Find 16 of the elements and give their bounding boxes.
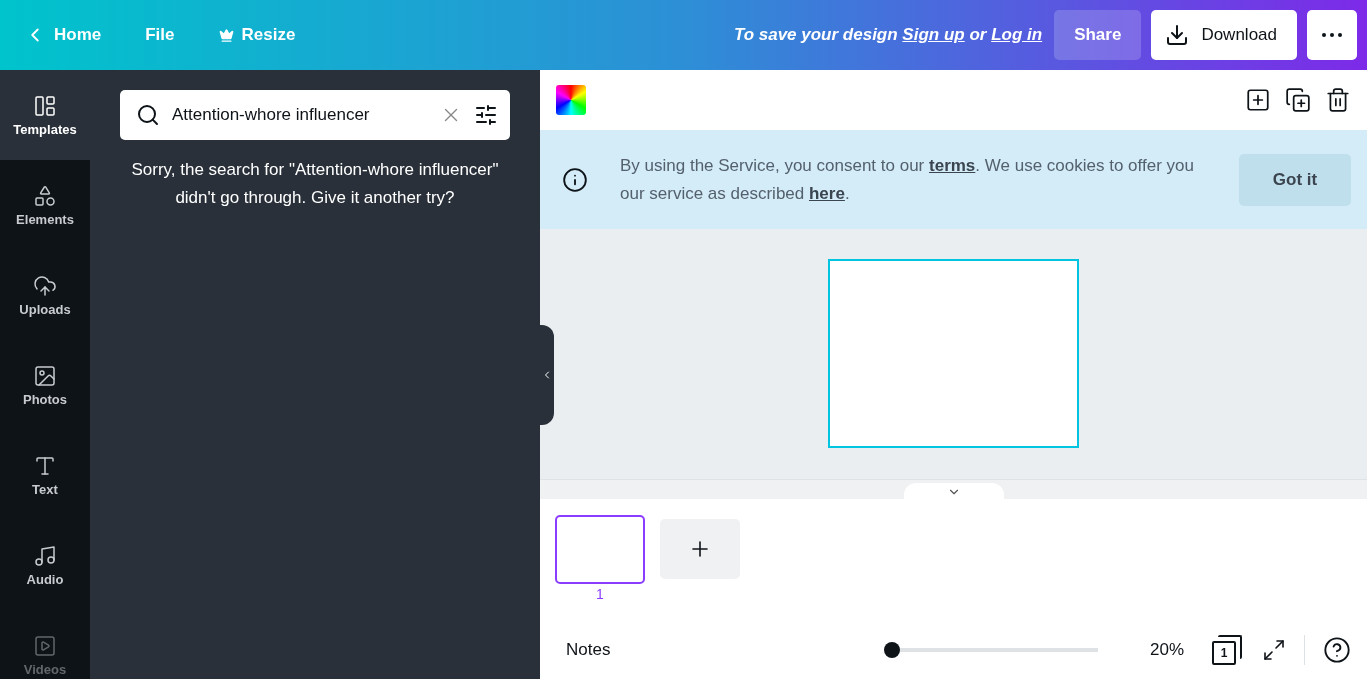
got-it-button[interactable]: Got it — [1239, 153, 1351, 206]
auth-link[interactable]: Sign up — [902, 25, 965, 44]
sidebar-item[interactable]: Templates — [0, 70, 90, 160]
cookie-notice: By using the Service, you consent to our terms. We use cookies to offer you our service as described here. — [620, 154, 1195, 205]
page-thumbnail[interactable]: 1 — [555, 515, 645, 602]
zoom-reading: 20% — [1149, 640, 1184, 660]
page-number: 1 — [596, 586, 604, 602]
save-prompt: To save your design Sign up or Log in — [733, 25, 1043, 45]
search-field[interactable]: Attention-whore influencer — [120, 90, 510, 140]
policy-link[interactable]: terms — [929, 155, 976, 175]
no-results-message: Sorry, the search for "Attention-whore influencer" didn't go through. Give it another try? — [130, 159, 500, 209]
policy-link[interactable]: here — [809, 183, 845, 203]
download-button[interactable]: Download — [1151, 10, 1297, 60]
notes-button[interactable]: Notes — [566, 640, 611, 660]
auth-link[interactable]: Log in — [991, 25, 1043, 44]
share-button[interactable]: Share — [1054, 10, 1142, 60]
